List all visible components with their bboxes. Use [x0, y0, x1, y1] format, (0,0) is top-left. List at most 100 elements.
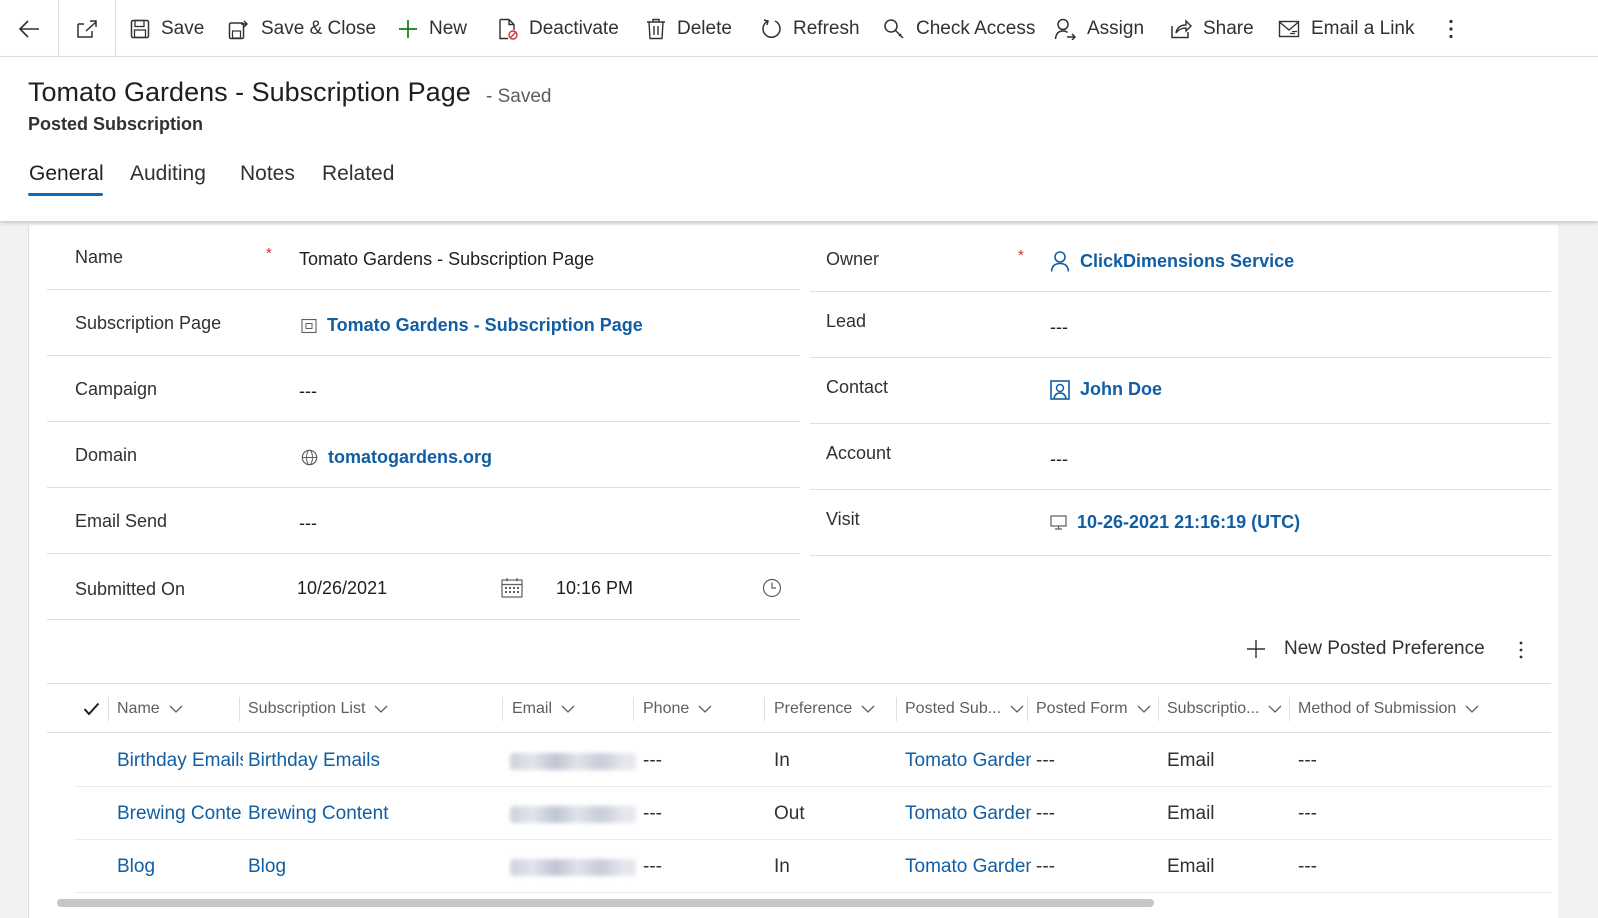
field-subscription-page: Subscription Page Tomato Gardens - Subsc…	[47, 291, 800, 356]
row-name-link[interactable]: Birthday Emails	[117, 734, 243, 787]
chevron-down-icon	[698, 705, 712, 713]
row-name-link[interactable]: Brewing Content	[117, 787, 243, 840]
deactivate-button[interactable]: Deactivate	[498, 0, 619, 57]
col-header-phone[interactable]: Phone	[643, 684, 712, 734]
new-button[interactable]: New	[398, 0, 467, 57]
delete-icon	[647, 18, 665, 39]
field-lead: Lead ---	[810, 293, 1551, 358]
row-preference: Out	[774, 802, 805, 824]
visit-lookup[interactable]: 10-26-2021 21:16:19 (UTC)	[1050, 512, 1300, 533]
row-posted-sub-link[interactable]: Tomato Gardens - Subscription Page	[905, 840, 1031, 893]
check-access-label: Check Access	[916, 17, 1036, 39]
grid-header: Name Subscription List Email Phone Prefe…	[47, 683, 1551, 733]
row-posted-sub-link[interactable]: Tomato Gardens - Subscription Page	[905, 734, 1031, 787]
row-posted-form: ---	[1036, 749, 1055, 771]
field-visit: Visit 10-26-2021 21:16:19 (UTC)	[810, 491, 1551, 556]
row-list-link[interactable]: Blog	[248, 840, 498, 893]
col-header-label: Method of Submission	[1298, 700, 1457, 717]
row-name-link[interactable]: Blog	[117, 840, 243, 893]
assign-button[interactable]: Assign	[1054, 0, 1144, 57]
col-header-subscription[interactable]: Subscriptio...	[1167, 684, 1282, 734]
subscription-page-lookup[interactable]: Tomato Gardens - Subscription Page	[301, 315, 643, 336]
save-status: - Saved	[486, 86, 552, 107]
owner-lookup[interactable]: ClickDimensions Service	[1050, 251, 1294, 272]
tab-related[interactable]: Related	[322, 162, 394, 186]
delete-label: Delete	[677, 17, 732, 39]
calendar-icon[interactable]	[501, 577, 523, 598]
col-header-name[interactable]: Name	[117, 684, 183, 734]
col-header-label: Name	[117, 700, 160, 717]
chevron-down-icon	[861, 705, 875, 713]
submitted-date-input[interactable]: 10/26/2021	[297, 578, 387, 599]
table-row[interactable]: Brewing Content Brewing Content --- Out …	[74, 787, 1551, 840]
lead-value[interactable]: ---	[1050, 317, 1068, 338]
row-list-link[interactable]: Birthday Emails	[248, 734, 498, 787]
field-label: Submitted On	[75, 579, 186, 599]
field-label: Account	[826, 443, 892, 463]
row-list-link[interactable]: Brewing Content	[248, 787, 498, 840]
chevron-down-icon	[1137, 705, 1151, 713]
save-label: Save	[161, 17, 205, 39]
field-contact: Contact John Doe	[810, 359, 1551, 424]
contact-lookup[interactable]: John Doe	[1050, 379, 1162, 400]
visit-link[interactable]: 10-26-2021 21:16:19 (UTC)	[1077, 512, 1300, 533]
subscription-page-link[interactable]: Tomato Gardens - Subscription Page	[327, 315, 643, 336]
col-header-label: Email	[512, 700, 553, 717]
col-header-posted-form[interactable]: Posted Form	[1036, 684, 1151, 734]
row-email-redacted	[510, 753, 636, 770]
share-icon	[1171, 18, 1192, 38]
email-send-value[interactable]: ---	[299, 513, 317, 534]
col-header-subscription-list[interactable]: Subscription List	[248, 684, 388, 734]
row-method: ---	[1298, 855, 1317, 877]
monitor-icon	[1050, 515, 1067, 530]
col-header-posted-sub[interactable]: Posted Sub...	[905, 684, 1024, 734]
row-posted-sub-link[interactable]: Tomato Gardens - Subscription Page	[905, 787, 1031, 840]
check-access-button[interactable]: Check Access	[883, 0, 1035, 57]
field-account: Account ---	[810, 425, 1551, 490]
tab-auditing[interactable]: Auditing	[130, 162, 206, 186]
save-button[interactable]: Save	[130, 0, 204, 57]
row-subscription: Email	[1167, 749, 1215, 771]
save-close-icon	[228, 20, 248, 39]
col-header-email[interactable]: Email	[512, 684, 575, 734]
popout-button[interactable]	[59, 0, 115, 57]
domain-lookup[interactable]: tomatogardens.org	[301, 447, 492, 468]
entity-type: Posted Subscription	[28, 114, 204, 134]
required-mark: *	[1018, 247, 1024, 264]
check-access-icon	[884, 18, 904, 39]
table-row[interactable]: Blog Blog --- In Tomato Gardens - Subscr…	[74, 840, 1551, 893]
tab-notes[interactable]: Notes	[240, 162, 295, 186]
contact-link[interactable]: John Doe	[1080, 379, 1162, 400]
back-button[interactable]	[0, 0, 58, 57]
name-input[interactable]: Tomato Gardens - Subscription Page	[299, 249, 594, 270]
campaign-value[interactable]: ---	[299, 381, 317, 402]
save-close-label: Save & Close	[261, 17, 377, 39]
save-close-button[interactable]: Save & Close	[228, 0, 376, 57]
field-label: Contact	[826, 377, 889, 397]
row-subscription: Email	[1167, 855, 1215, 877]
refresh-button[interactable]: Refresh	[761, 0, 860, 57]
chevron-down-icon	[1010, 705, 1024, 713]
share-button[interactable]: Share	[1170, 0, 1254, 57]
tab-general[interactable]: General	[29, 162, 104, 186]
refresh-icon	[762, 19, 781, 38]
clock-icon[interactable]	[762, 578, 782, 598]
select-all-checkbox[interactable]	[83, 684, 100, 734]
new-posted-preference-button[interactable]: New Posted Preference	[1246, 638, 1485, 660]
grid-horizontal-scrollbar[interactable]	[57, 899, 1154, 907]
field-owner: Owner * ClickDimensions Service	[810, 227, 1551, 292]
domain-link[interactable]: tomatogardens.org	[328, 447, 492, 468]
col-header-preference[interactable]: Preference	[774, 684, 875, 734]
submitted-time-input[interactable]: 10:16 PM	[556, 578, 633, 599]
grid-more-button[interactable]	[1519, 638, 1523, 662]
more-commands-button[interactable]	[1436, 0, 1466, 57]
email-link-button[interactable]: Email a Link	[1278, 0, 1415, 57]
owner-link[interactable]: ClickDimensions Service	[1080, 251, 1294, 272]
col-header-method-of-submission[interactable]: Method of Submission	[1298, 684, 1479, 734]
field-domain: Domain tomatogardens.org	[47, 423, 800, 488]
page-icon	[301, 318, 317, 333]
account-value[interactable]: ---	[1050, 449, 1068, 470]
delete-button[interactable]: Delete	[646, 0, 732, 57]
table-row[interactable]: Birthday Emails Birthday Emails --- In T…	[74, 734, 1551, 787]
row-subscription: Email	[1167, 802, 1215, 824]
